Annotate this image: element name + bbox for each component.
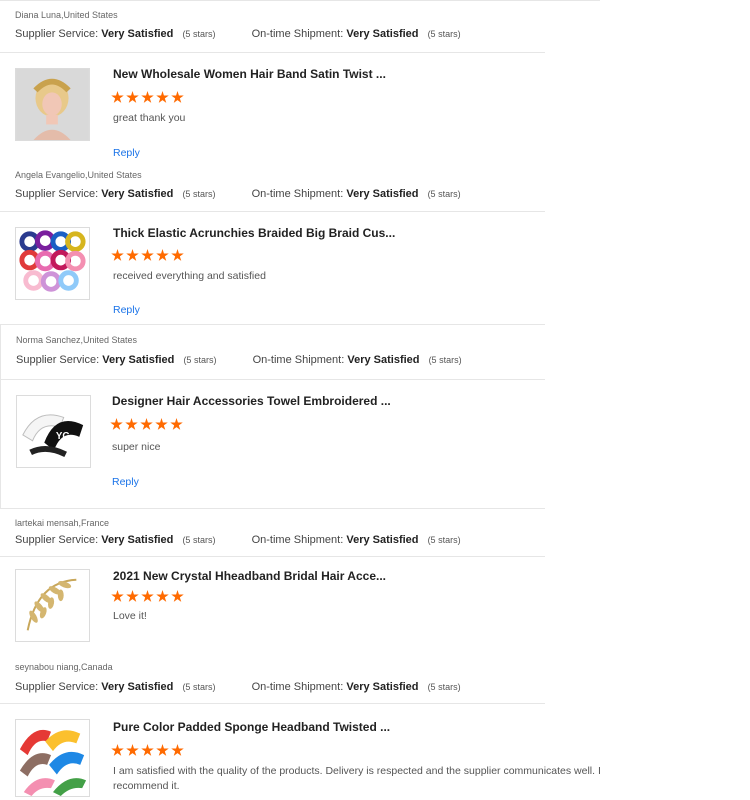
service-ratings: Supplier Service: Very Satisfied (5 star… [15, 188, 461, 200]
star-icon [171, 590, 184, 602]
review-comment: I am satisfied with the quality of the p… [113, 765, 601, 792]
ontime-shipment-value: Very Satisfied [347, 354, 420, 366]
supplier-service-label: Supplier Service: [15, 28, 99, 40]
star-icon [111, 249, 124, 261]
star-icon [171, 91, 184, 103]
product-title[interactable]: Designer Hair Accessories Towel Embroide… [112, 394, 391, 408]
star-icon [126, 249, 139, 261]
ontime-shipment-label: On-time Shipment: [251, 681, 344, 693]
ontime-shipment-value: Very Satisfied [346, 681, 419, 693]
service-ratings: Supplier Service: Very Satisfied (5 star… [15, 28, 461, 40]
supplier-service-label: Supplier Service: [15, 534, 99, 546]
ontime-shipment-value: Very Satisfied [346, 188, 419, 200]
ontime-shipment-stars: (5 stars) [427, 535, 461, 545]
star-icon [171, 744, 184, 756]
review-comment: Love it! [113, 610, 147, 622]
blonde-braid-headband-photo[interactable] [15, 68, 90, 141]
supplier-service-value: Very Satisfied [102, 354, 175, 366]
ontime-shipment-label: On-time Shipment: [252, 354, 345, 366]
ontime-shipment-stars: (5 stars) [428, 355, 462, 365]
supplier-service-value: Very Satisfied [101, 681, 174, 693]
service-ratings: Supplier Service: Very Satisfied (5 star… [15, 534, 461, 546]
supplier-service-stars: (5 stars) [182, 682, 216, 692]
buyer-name: Diana Luna,United States [15, 10, 118, 20]
review-comment: super nice [112, 441, 161, 453]
service-ratings: Supplier Service: Very Satisfied (5 star… [16, 354, 462, 366]
reply-link[interactable]: Reply [113, 304, 140, 316]
ontime-shipment-label: On-time Shipment: [251, 534, 344, 546]
ontime-shipment-label: On-time Shipment: [251, 188, 344, 200]
buyer-name: lartekai mensah,France [15, 518, 110, 528]
star-icon [141, 590, 154, 602]
star-icon [111, 590, 124, 602]
star-icon [126, 91, 139, 103]
star-icon [156, 744, 169, 756]
review-meta: Norma Sanchez,United States Supplier Ser… [0, 324, 545, 380]
rating-stars [111, 744, 186, 758]
review-meta: lartekai mensah,France Supplier Service:… [0, 508, 545, 557]
review-comment: received everything and satisfied [113, 270, 266, 282]
supplier-service-label: Supplier Service: [15, 681, 99, 693]
reply-link[interactable]: Reply [112, 476, 139, 488]
star-icon [110, 418, 123, 430]
rating-stars [111, 91, 186, 105]
star-icon [126, 744, 139, 756]
star-icon [141, 249, 154, 261]
star-icon [156, 249, 169, 261]
star-icon [140, 418, 153, 430]
star-icon [126, 590, 139, 602]
ontime-shipment-label: On-time Shipment: [251, 28, 344, 40]
ontime-shipment-stars: (5 stars) [427, 682, 461, 692]
rating-stars [110, 418, 185, 432]
star-icon [141, 91, 154, 103]
review-meta: seynabou niang,Canada Supplier Service: … [0, 655, 545, 704]
black-white-headbands-photo[interactable]: YC [16, 395, 91, 468]
star-icon [111, 91, 124, 103]
review-comment: great thank you [113, 112, 186, 124]
service-ratings: Supplier Service: Very Satisfied (5 star… [15, 681, 461, 693]
supplier-service-label: Supplier Service: [16, 354, 100, 366]
product-title[interactable]: 2021 New Crystal Hheadband Bridal Hair A… [113, 569, 386, 583]
colorful-scrunchies-photo[interactable] [15, 227, 90, 300]
rating-stars [111, 590, 186, 604]
star-icon [171, 249, 184, 261]
supplier-service-stars: (5 stars) [183, 355, 217, 365]
ontime-shipment-value: Very Satisfied [346, 534, 419, 546]
star-icon [156, 590, 169, 602]
product-title[interactable]: New Wholesale Women Hair Band Satin Twis… [113, 67, 386, 81]
product-title[interactable]: Pure Color Padded Sponge Headband Twiste… [113, 720, 390, 734]
star-icon [155, 418, 168, 430]
review-meta: Angela Evangelio,United States Supplier … [0, 165, 545, 212]
supplier-service-label: Supplier Service: [15, 188, 99, 200]
supplier-service-value: Very Satisfied [101, 188, 174, 200]
star-icon [156, 91, 169, 103]
ontime-shipment-stars: (5 stars) [427, 29, 461, 39]
buyer-name: Angela Evangelio,United States [15, 170, 142, 180]
supplier-service-value: Very Satisfied [101, 534, 174, 546]
star-icon [141, 744, 154, 756]
star-icon [125, 418, 138, 430]
buyer-name: Norma Sanchez,United States [16, 335, 138, 345]
reply-link[interactable]: Reply [113, 147, 140, 159]
star-icon [111, 744, 124, 756]
supplier-service-value: Very Satisfied [101, 28, 174, 40]
padded-headbands-photo[interactable] [15, 719, 90, 797]
supplier-service-stars: (5 stars) [182, 189, 216, 199]
gold-leaf-headband-photo[interactable] [15, 569, 90, 642]
buyer-name: seynabou niang,Canada [15, 662, 113, 672]
product-title[interactable]: Thick Elastic Acrunchies Braided Big Bra… [113, 226, 395, 240]
rating-stars [111, 249, 186, 263]
review-meta: Diana Luna,United States Supplier Servic… [0, 0, 545, 53]
star-icon [170, 418, 183, 430]
ontime-shipment-value: Very Satisfied [346, 28, 419, 40]
svg-text:YC: YC [56, 431, 70, 442]
supplier-service-stars: (5 stars) [182, 535, 216, 545]
supplier-service-stars: (5 stars) [182, 29, 216, 39]
ontime-shipment-stars: (5 stars) [427, 189, 461, 199]
